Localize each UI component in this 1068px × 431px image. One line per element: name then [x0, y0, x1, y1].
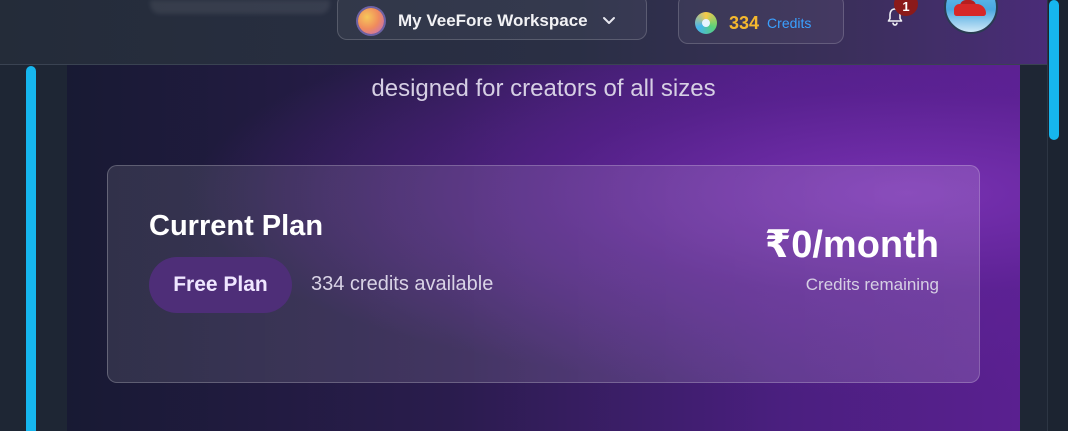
top-header: My VeeFore Workspace 334 Credits 1 [0, 0, 1048, 65]
price-caption: Credits remaining [805, 275, 939, 294]
credits-label: Credits [767, 15, 812, 31]
plan-badge: Free Plan [149, 257, 292, 313]
workspace-switcher-button[interactable]: My VeeFore Workspace [337, 0, 647, 40]
blurred-header-element [150, 0, 330, 14]
page-subtitle: designed for creators of all sizes [371, 75, 716, 102]
card-title: Current Plan [149, 210, 324, 242]
credits-available-text: 334 credits available [311, 273, 494, 295]
user-avatar[interactable] [944, 0, 998, 34]
credits-button[interactable]: 334 Credits [678, 0, 844, 44]
credits-coin-icon [695, 12, 717, 34]
workspace-name: My VeeFore Workspace [398, 11, 588, 30]
chevron-down-icon [602, 17, 615, 24]
workspace-avatar-icon [358, 8, 384, 34]
credits-count: 334 [729, 12, 760, 33]
left-scroll-indicator[interactable] [26, 66, 36, 431]
main-content: designed for creators of all sizes Curre… [67, 65, 1020, 431]
avatar-car-body [954, 4, 986, 16]
plan-price: ₹0/month [764, 224, 939, 266]
scrollbar-thumb[interactable] [1049, 0, 1059, 140]
current-plan-card: Current Plan Free Plan 334 credits avail… [107, 165, 980, 383]
